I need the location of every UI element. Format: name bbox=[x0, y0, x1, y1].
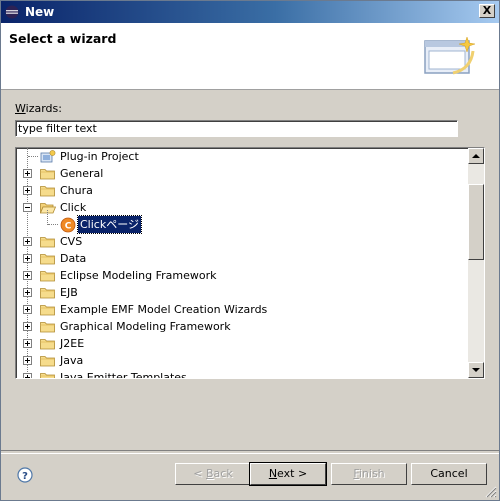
tree-item-label: Plug-in Project bbox=[60, 150, 139, 163]
tree-item-label: Click bbox=[60, 201, 87, 214]
tree-item[interactable]: Plug-in Project bbox=[16, 148, 468, 165]
tree-item-label: Java Emitter Templates bbox=[60, 371, 187, 378]
folder-icon bbox=[40, 184, 56, 197]
tree-item-label: Eclipse Modeling Framework bbox=[60, 269, 217, 282]
tree-item[interactable]: Java bbox=[16, 352, 468, 369]
wizards-label-rest: izards: bbox=[25, 102, 62, 115]
tree-item-label: Chura bbox=[60, 184, 93, 197]
tree-item-label: General bbox=[60, 167, 104, 180]
expand-icon[interactable] bbox=[23, 271, 32, 280]
expand-icon[interactable] bbox=[23, 373, 32, 378]
finish-rest: inish bbox=[358, 467, 385, 480]
arrow-up-icon bbox=[472, 154, 480, 158]
tree-item-label: Graphical Modeling Framework bbox=[60, 320, 231, 333]
filter-input[interactable]: type filter text bbox=[15, 120, 458, 137]
scroll-down-button[interactable] bbox=[468, 362, 484, 378]
expand-icon[interactable] bbox=[23, 237, 32, 246]
wizard-tree[interactable]: Plug-in Project General Chura Click C Clickペー… bbox=[15, 147, 485, 379]
folder-icon bbox=[40, 320, 56, 333]
folder-icon bbox=[40, 286, 56, 299]
expand-icon[interactable] bbox=[23, 356, 32, 365]
tree-item-label: Data bbox=[60, 252, 87, 265]
close-button[interactable]: X bbox=[479, 4, 495, 18]
folder-icon bbox=[40, 337, 56, 350]
scroll-thumb[interactable] bbox=[468, 184, 484, 260]
title-bar[interactable]: New X bbox=[1, 1, 499, 23]
back-prefix: < bbox=[193, 467, 206, 480]
expand-icon[interactable] bbox=[23, 169, 32, 178]
next-rest: ext > bbox=[277, 467, 308, 480]
finish-button[interactable]: Finish bbox=[331, 463, 407, 485]
tree-item[interactable]: General bbox=[16, 165, 468, 182]
folder-icon bbox=[40, 303, 56, 316]
expand-icon[interactable] bbox=[23, 186, 32, 195]
tree-item[interactable]: CVS bbox=[16, 233, 468, 250]
separator bbox=[1, 450, 499, 454]
tree-item[interactable]: Java Emitter Templates bbox=[16, 369, 468, 378]
tree-item-label: EJB bbox=[60, 286, 78, 299]
vertical-scrollbar[interactable] bbox=[468, 148, 484, 378]
collapse-icon[interactable] bbox=[23, 203, 32, 212]
next-mnemonic: N bbox=[268, 467, 278, 480]
click-page-icon: C bbox=[60, 217, 76, 233]
new-wizard-banner-icon bbox=[424, 36, 476, 75]
cancel-button[interactable]: Cancel bbox=[411, 463, 487, 485]
tree-item[interactable]: Chura bbox=[16, 182, 468, 199]
tree-connector bbox=[48, 224, 58, 226]
tree-connector bbox=[28, 156, 38, 158]
plugin-project-icon bbox=[40, 150, 56, 163]
expand-icon[interactable] bbox=[23, 305, 32, 314]
tree-item[interactable]: J2EE bbox=[16, 335, 468, 352]
scroll-up-button[interactable] bbox=[468, 148, 484, 164]
wizards-label-mnemonic: W bbox=[15, 102, 26, 115]
expand-icon[interactable] bbox=[23, 339, 32, 348]
tree-item[interactable]: EJB bbox=[16, 284, 468, 301]
tree-item-label: Example EMF Model Creation Wizards bbox=[60, 303, 268, 316]
tree-item-label: Clickページ bbox=[77, 215, 142, 234]
tree-item[interactable]: Eclipse Modeling Framework bbox=[16, 267, 468, 284]
expand-icon[interactable] bbox=[23, 288, 32, 297]
folder-icon bbox=[40, 354, 56, 367]
folder-icon bbox=[40, 269, 56, 282]
eclipse-icon bbox=[5, 5, 19, 19]
tree-connector bbox=[47, 210, 49, 225]
tree-item-label: J2EE bbox=[60, 337, 85, 350]
help-icon[interactable]: ? bbox=[17, 467, 33, 483]
folder-icon bbox=[40, 371, 56, 378]
back-rest: ack bbox=[213, 467, 233, 480]
window-title: New bbox=[25, 5, 55, 19]
arrow-down-icon bbox=[472, 368, 480, 372]
tree-item[interactable]: Data bbox=[16, 250, 468, 267]
back-mnemonic: B bbox=[206, 467, 214, 480]
wizard-tree-rows: Plug-in Project General Chura Click C Clickペー… bbox=[16, 148, 468, 378]
wizard-banner: Select a wizard bbox=[1, 23, 499, 90]
wizards-label: Wizards: bbox=[15, 102, 62, 115]
tree-item-label: Java bbox=[60, 354, 84, 367]
tree-item[interactable]: Example EMF Model Creation Wizards bbox=[16, 301, 468, 318]
tree-item-label: CVS bbox=[60, 235, 83, 248]
tree-item[interactable]: Click bbox=[16, 199, 468, 216]
svg-text:?: ? bbox=[22, 471, 28, 482]
new-wizard-dialog: New X Select a wizard Wizards: type filt… bbox=[0, 0, 500, 501]
expand-icon[interactable] bbox=[23, 254, 32, 263]
svg-text:C: C bbox=[65, 222, 72, 232]
folder-icon bbox=[40, 252, 56, 265]
banner-title: Select a wizard bbox=[9, 31, 117, 46]
resize-grip-icon[interactable] bbox=[485, 486, 497, 498]
back-button[interactable]: < Back bbox=[175, 463, 251, 485]
tree-item[interactable]: C Clickページ bbox=[16, 210, 468, 234]
next-button[interactable]: Next > bbox=[249, 462, 327, 486]
tree-item[interactable]: Graphical Modeling Framework bbox=[16, 318, 468, 335]
folder-icon bbox=[40, 235, 56, 248]
folder-icon bbox=[40, 167, 56, 180]
expand-icon[interactable] bbox=[23, 322, 32, 331]
